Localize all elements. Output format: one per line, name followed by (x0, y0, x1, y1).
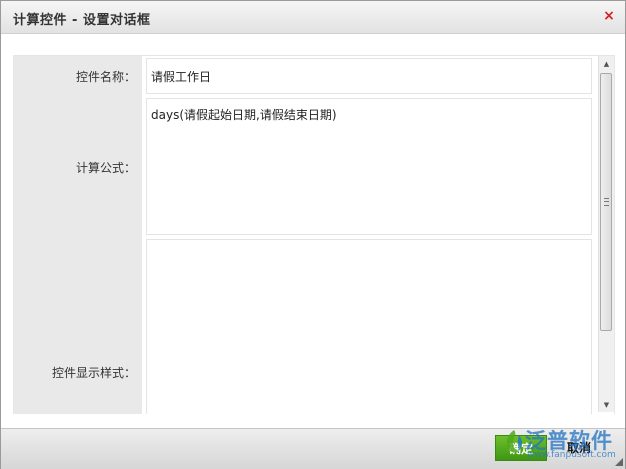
dialog-titlebar[interactable]: 计算控件 - 设置对话框 × (1, 1, 625, 34)
display-style-label: 控件显示样式： (51, 366, 136, 380)
close-icon[interactable]: × (601, 7, 617, 25)
resize-grip-icon[interactable] (615, 458, 623, 466)
label-column: 控件名称： 计算公式： 控件显示样式： (14, 56, 142, 414)
scroll-up-icon[interactable]: ▲ (599, 57, 614, 72)
grip-icon (604, 198, 609, 206)
confirm-button[interactable]: 确定 (495, 435, 547, 461)
control-name-input[interactable]: 请假工作日 (146, 58, 592, 94)
display-style-editor[interactable] (146, 239, 592, 414)
scroll-down-icon[interactable]: ▼ (599, 398, 614, 413)
settings-dialog: 计算控件 - 设置对话框 × 控件名称： 计算公式： 控件显示样式： 请假工作日… (0, 0, 626, 469)
form-area: 控件名称： 计算公式： 控件显示样式： 请假工作日 days(请假起始日期,请假… (13, 55, 615, 414)
formula-textarea[interactable]: days(请假起始日期,请假结束日期) (146, 98, 592, 235)
dialog-title: 计算控件 - 设置对话框 (13, 13, 151, 28)
dialog-footer: 确定 取消 (1, 428, 625, 469)
control-name-label: 控件名称： (75, 70, 136, 84)
cancel-button[interactable]: 取消 (553, 435, 605, 461)
vertical-scrollbar[interactable]: ▲ ▼ (598, 56, 614, 412)
formula-label: 计算公式： (75, 161, 136, 175)
scrollbar-thumb[interactable] (600, 73, 612, 331)
